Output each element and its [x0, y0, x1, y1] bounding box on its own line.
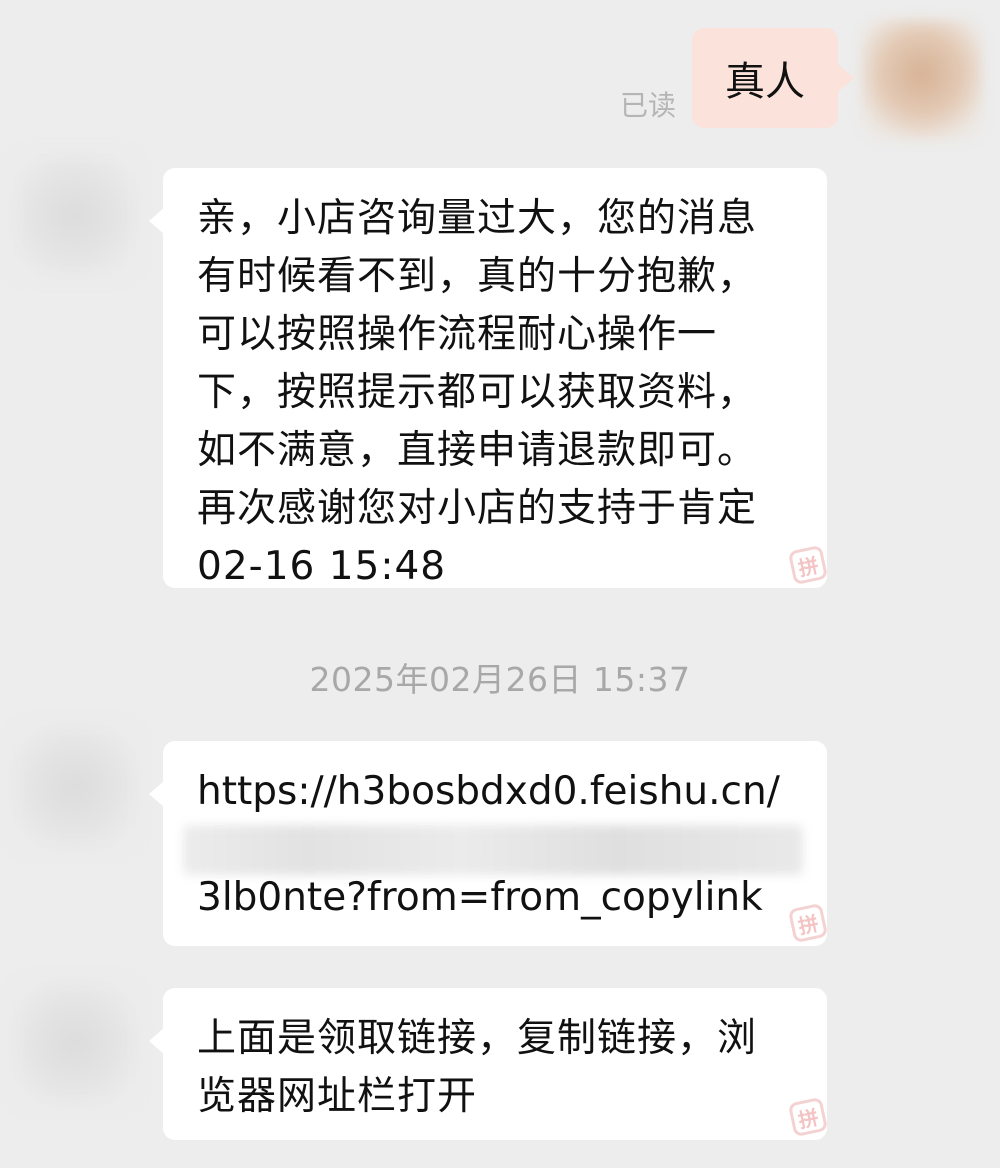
link-url-part-3[interactable]: 3lb0nte?from=from_copylink — [197, 875, 763, 920]
incoming-message-text: 上面是领取链接，复制链接，浏 览器网址栏打开 — [197, 1016, 758, 1119]
incoming-message-text: 亲，小店咨询量过大，您的消息 有时候看不到，真的十分抱歉， 可以按照操作流程耐心… — [197, 196, 758, 589]
pinduoduo-stamp-icon: 拼 — [787, 544, 829, 586]
self-avatar[interactable] — [862, 20, 982, 140]
peer-avatar[interactable] — [10, 978, 140, 1108]
peer-avatar[interactable] — [10, 150, 140, 280]
incoming-message-bubble[interactable]: 亲，小店咨询量过大，您的消息 有时候看不到，真的十分抱歉， 可以按照操作流程耐心… — [149, 168, 829, 589]
link-message-bubble[interactable]: https://h3bosbdxd0.feishu.cn/ 3lb0nte?fr… — [149, 741, 829, 946]
outgoing-message-text: 真人 — [725, 59, 805, 105]
outgoing-message-bubble[interactable]: 真人 — [692, 28, 854, 128]
pinduoduo-stamp-icon: 拼 — [787, 1096, 829, 1138]
timestamp-divider: 2025年02月26日 15:37 — [309, 660, 691, 699]
peer-avatar[interactable] — [10, 722, 140, 852]
link-url-part-1[interactable]: https://h3bosbdxd0.feishu.cn/ — [197, 769, 780, 814]
read-status-label: 已读 — [620, 89, 677, 122]
incoming-message-bubble[interactable]: 上面是领取链接，复制链接，浏 览器网址栏打开 拼 — [149, 988, 829, 1140]
chat-conversation: 已读 真人 亲，小店咨询量过大，您的消息 有时候看不到，真的十分抱歉， 可以按照… — [0, 0, 1000, 1168]
pinduoduo-stamp-icon: 拼 — [787, 902, 829, 944]
redacted-url-segment — [183, 825, 803, 875]
